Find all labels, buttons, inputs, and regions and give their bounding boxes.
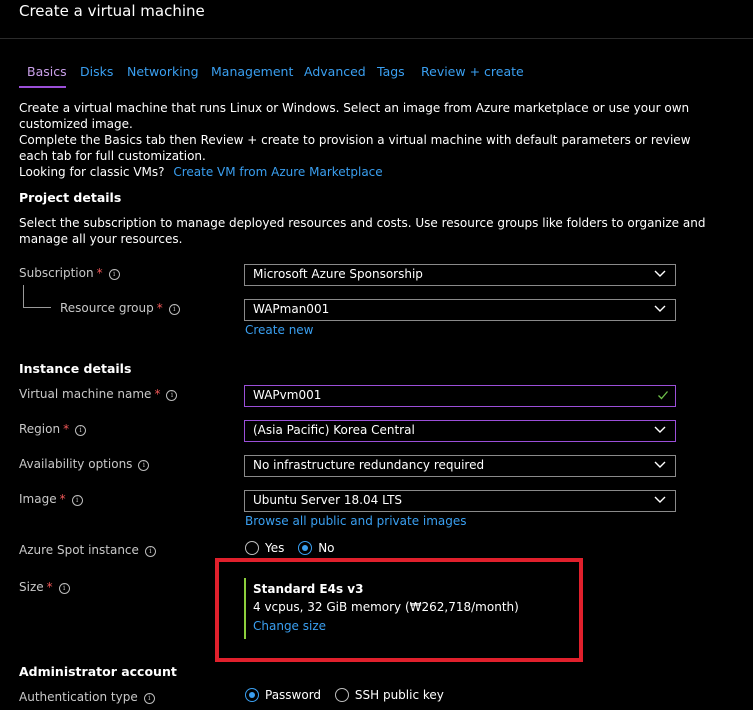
spot-yes-option[interactable]: Yes xyxy=(245,541,284,555)
availability-label-text: Availability options xyxy=(19,457,133,471)
vm-name-label-text: Virtual machine name xyxy=(19,387,152,401)
required-marker: * xyxy=(46,580,53,594)
intro-text-1: Create a virtual machine that runs Linux… xyxy=(19,101,690,131)
info-icon[interactable]: i xyxy=(144,546,156,557)
image-dropdown[interactable]: Ubuntu Server 18.04 LTS xyxy=(244,490,676,512)
vm-name-value: WAPvm001 xyxy=(253,388,322,402)
auth-type-label: Authentication type i xyxy=(19,690,155,704)
info-icon[interactable]: i xyxy=(143,693,155,704)
size-label-text: Size xyxy=(19,580,44,594)
spot-yes-label: Yes xyxy=(265,541,285,555)
region-value: (Asia Pacific) Korea Central xyxy=(253,423,415,437)
tree-connector-vertical xyxy=(23,285,24,307)
image-label: Image * i xyxy=(19,492,83,506)
region-label-text: Region xyxy=(19,422,61,436)
image-label-text: Image xyxy=(19,492,57,506)
tab-disks[interactable]: Disks xyxy=(80,64,113,79)
info-icon[interactable]: i xyxy=(166,390,178,401)
required-marker: * xyxy=(63,422,70,436)
tree-connector-horizontal xyxy=(23,307,51,308)
required-marker: * xyxy=(96,266,103,280)
required-marker: * xyxy=(59,492,66,506)
chevron-down-icon xyxy=(654,461,666,468)
auth-ssh-label: SSH public key xyxy=(354,688,444,702)
tab-tags[interactable]: Tags xyxy=(377,64,405,79)
radio-button-on[interactable] xyxy=(245,688,259,702)
subscription-label-text: Subscription xyxy=(19,266,94,280)
auth-type-radio-group: Password SSH public key xyxy=(245,688,444,702)
required-marker: * xyxy=(154,387,161,401)
availability-dropdown[interactable]: No infrastructure redundancy required xyxy=(244,455,676,477)
spot-no-option[interactable]: No xyxy=(298,541,335,555)
chevron-down-icon xyxy=(654,496,666,503)
radio-button-off[interactable] xyxy=(334,688,349,702)
image-value: Ubuntu Server 18.04 LTS xyxy=(253,493,403,507)
admin-account-heading: Administrator account xyxy=(19,664,177,679)
classic-vm-prefix: Looking for classic VMs? xyxy=(19,165,165,179)
intro-text-2: Complete the Basics tab then Review + cr… xyxy=(19,133,691,163)
highlight-annotation-box xyxy=(215,558,583,662)
info-icon[interactable]: i xyxy=(108,269,120,280)
spot-instance-radio-group: Yes No xyxy=(245,541,335,555)
spot-no-label: No xyxy=(318,541,335,555)
region-label: Region * i xyxy=(19,422,87,436)
classic-vm-row: Looking for classic VMs? Create VM from … xyxy=(19,164,383,180)
info-icon[interactable]: i xyxy=(58,583,70,594)
subscription-label: Subscription * i xyxy=(19,266,120,280)
tab-review-create[interactable]: Review + create xyxy=(421,64,524,79)
checkmark-icon xyxy=(658,391,668,400)
tab-advanced[interactable]: Advanced xyxy=(304,64,366,79)
info-icon[interactable]: i xyxy=(75,425,87,436)
vm-name-input[interactable]: WAPvm001 xyxy=(244,385,676,407)
resource-group-dropdown[interactable]: WAPman001 xyxy=(244,299,676,321)
info-icon[interactable]: i xyxy=(71,495,83,506)
page-title: Create a virtual machine xyxy=(19,2,205,20)
spot-instance-label: Azure Spot instance i xyxy=(19,543,156,557)
chevron-down-icon xyxy=(654,305,666,312)
required-marker: * xyxy=(156,301,163,315)
region-dropdown[interactable]: (Asia Pacific) Korea Central xyxy=(244,420,676,442)
project-details-heading: Project details xyxy=(19,190,122,205)
availability-value: No infrastructure redundancy required xyxy=(253,458,485,472)
tab-basics[interactable]: Basics xyxy=(27,64,67,79)
resource-group-label: Resource group * i xyxy=(60,301,180,315)
radio-button-off[interactable] xyxy=(245,541,259,555)
project-details-desc: Select the subscription to manage deploy… xyxy=(19,216,706,246)
resource-group-label-text: Resource group xyxy=(60,301,154,315)
radio-button-on[interactable] xyxy=(298,541,313,555)
create-new-link[interactable]: Create new xyxy=(245,323,314,337)
resource-group-value: WAPman001 xyxy=(253,302,330,316)
spot-instance-label-text: Azure Spot instance xyxy=(19,543,139,557)
info-icon[interactable]: i xyxy=(168,304,180,315)
title-divider xyxy=(0,38,753,39)
subscription-dropdown[interactable]: Microsoft Azure Sponsorship xyxy=(244,264,676,286)
auth-password-option[interactable]: Password xyxy=(245,688,321,702)
browse-images-link[interactable]: Browse all public and private images xyxy=(245,514,467,528)
tab-networking[interactable]: Networking xyxy=(127,64,199,79)
availability-label: Availability options i xyxy=(19,457,150,471)
classic-vm-link[interactable]: Create VM from Azure Marketplace xyxy=(173,165,382,179)
chevron-down-icon xyxy=(654,270,666,277)
auth-ssh-option[interactable]: SSH public key xyxy=(334,688,444,702)
auth-type-label-text: Authentication type xyxy=(19,690,138,704)
vm-name-label: Virtual machine name * i xyxy=(19,387,178,401)
info-icon[interactable]: i xyxy=(138,460,150,471)
instance-details-heading: Instance details xyxy=(19,361,132,376)
size-label: Size * i xyxy=(19,580,70,594)
subscription-value: Microsoft Azure Sponsorship xyxy=(253,267,423,281)
chevron-down-icon xyxy=(654,426,666,433)
auth-password-label: Password xyxy=(265,688,322,702)
tab-management[interactable]: Management xyxy=(211,64,293,79)
active-tab-indicator xyxy=(19,86,66,88)
